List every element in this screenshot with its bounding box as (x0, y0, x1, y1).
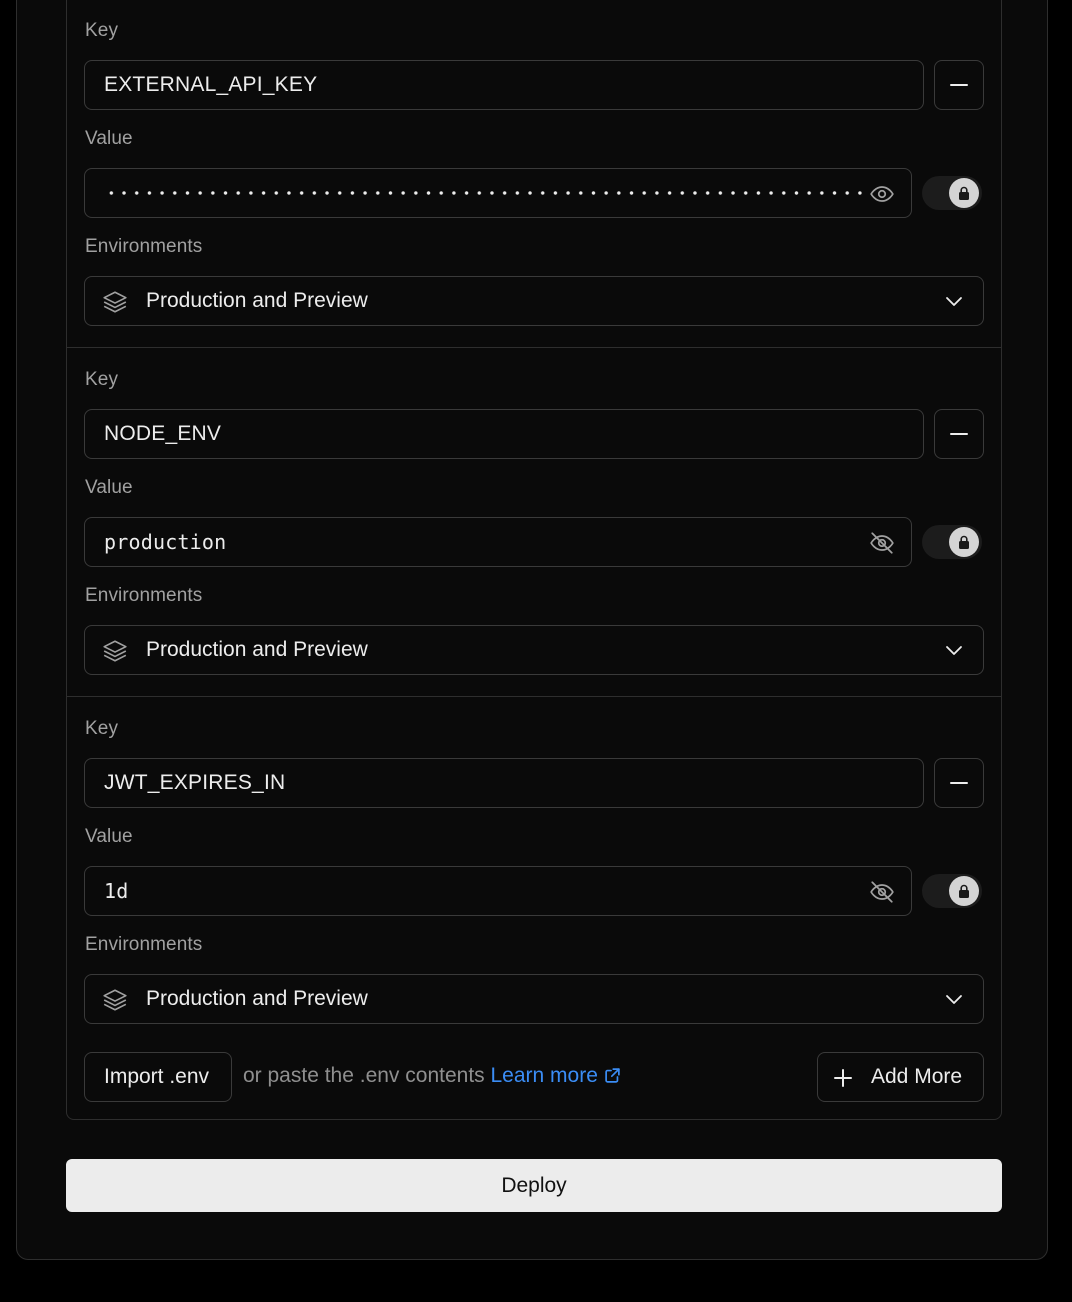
value-input[interactable] (84, 168, 912, 218)
toggle-knob (949, 527, 979, 557)
lock-icon (959, 535, 969, 549)
remove-variable-button[interactable] (934, 409, 984, 459)
env-var-entry: Key NODE_ENV Value production Environmen… (67, 347, 1001, 697)
sensitive-toggle[interactable] (922, 176, 982, 210)
add-more-button[interactable]: Add More (817, 1052, 984, 1102)
masked-value (105, 190, 869, 196)
sensitive-toggle[interactable] (922, 874, 982, 908)
import-env-label: Import .env (104, 1065, 210, 1088)
lock-icon (959, 884, 969, 898)
toggle-knob (949, 876, 979, 906)
deploy-card: Key EXTERNAL_API_KEY Value Environments … (16, 0, 1048, 1260)
value-text: production (104, 530, 227, 554)
key-value: NODE_ENV (104, 422, 222, 445)
eye-off-icon[interactable] (869, 530, 895, 556)
sensitive-toggle[interactable] (922, 525, 982, 559)
value-text: 1d (104, 879, 129, 903)
remove-variable-button[interactable] (934, 758, 984, 808)
value-input[interactable]: 1d (84, 866, 912, 916)
key-input[interactable]: JWT_EXPIRES_IN (84, 758, 924, 808)
paste-hint-text: or paste the .env contents (243, 1064, 485, 1087)
remove-variable-button[interactable] (934, 60, 984, 110)
environments-label: Environments (85, 236, 203, 257)
plus-icon (834, 1069, 852, 1087)
learn-more-link[interactable]: Learn more (491, 1064, 621, 1087)
env-var-entry: Key JWT_EXPIRES_IN Value 1d Environments… (67, 696, 1001, 1045)
eye-icon[interactable] (869, 181, 895, 207)
layers-icon (103, 640, 127, 662)
value-label: Value (85, 477, 133, 498)
key-label: Key (85, 369, 119, 390)
environments-value: Production and Preview (146, 638, 368, 661)
minus-icon (950, 782, 968, 784)
minus-icon (950, 433, 968, 435)
minus-icon (950, 84, 968, 86)
import-env-button[interactable]: Import .env (84, 1052, 232, 1102)
layers-icon (103, 989, 127, 1011)
paste-hint: or paste the .env contents Learn more (243, 1064, 621, 1088)
environments-select[interactable]: Production and Preview (84, 625, 984, 675)
environments-select[interactable]: Production and Preview (84, 276, 984, 326)
lock-icon (959, 186, 969, 200)
key-value: EXTERNAL_API_KEY (104, 73, 318, 96)
environments-label: Environments (85, 934, 203, 955)
key-input[interactable]: EXTERNAL_API_KEY (84, 60, 924, 110)
chevron-down-icon (946, 646, 962, 655)
environments-label: Environments (85, 585, 203, 606)
deploy-button[interactable]: Deploy (66, 1159, 1002, 1212)
key-value: JWT_EXPIRES_IN (104, 771, 286, 794)
external-link-icon (605, 1068, 620, 1083)
environments-value: Production and Preview (146, 289, 368, 312)
environments-select[interactable]: Production and Preview (84, 974, 984, 1024)
layers-icon (103, 291, 127, 313)
chevron-down-icon (946, 995, 962, 1004)
environments-value: Production and Preview (146, 987, 368, 1010)
chevron-down-icon (946, 297, 962, 306)
learn-more-text: Learn more (490, 1064, 598, 1087)
toggle-knob (949, 178, 979, 208)
key-input[interactable]: NODE_ENV (84, 409, 924, 459)
value-input[interactable]: production (84, 517, 912, 567)
key-label: Key (85, 20, 119, 41)
value-label: Value (85, 128, 133, 149)
add-more-label: Add More (871, 1065, 963, 1088)
env-var-entry: Key EXTERNAL_API_KEY Value Environments … (67, 0, 1001, 348)
key-label: Key (85, 718, 119, 739)
env-vars-box: Key EXTERNAL_API_KEY Value Environments … (66, 0, 1002, 1120)
value-label: Value (85, 826, 133, 847)
eye-off-icon[interactable] (869, 879, 895, 905)
